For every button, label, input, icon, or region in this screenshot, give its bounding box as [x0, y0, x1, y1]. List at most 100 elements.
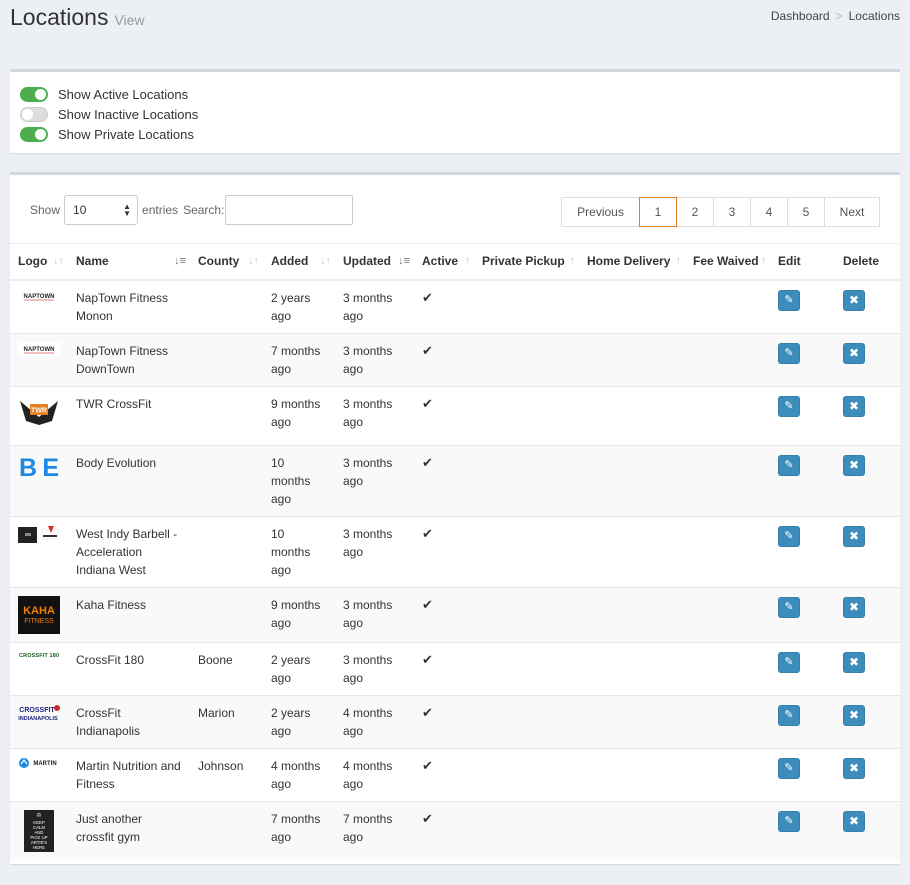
- sort-desc-icon: ↓≡: [398, 255, 410, 267]
- filter-inactive: Show Inactive Locations: [20, 104, 890, 124]
- column-updated[interactable]: Updated ↓≡: [335, 243, 414, 281]
- cell-fee-waived: [685, 444, 770, 516]
- edit-button[interactable]: ✎: [778, 596, 800, 618]
- cell-added: 10 months ago: [263, 444, 335, 516]
- cell-logo: [10, 515, 68, 587]
- location-updated: 7 months ago: [343, 811, 393, 844]
- cell-county: [190, 800, 263, 860]
- delete-button[interactable]: ✖: [843, 810, 865, 832]
- column-private-pickup[interactable]: Private Pickup ↑: [474, 243, 579, 281]
- pagination-page-1[interactable]: 1: [639, 197, 677, 227]
- edit-button[interactable]: ✎: [778, 454, 800, 476]
- cell-updated: 4 months ago: [335, 694, 414, 748]
- delete-button[interactable]: ✖: [843, 651, 865, 673]
- cell-county: [190, 279, 263, 333]
- cell-updated: 3 months ago: [335, 641, 414, 695]
- edit-button[interactable]: ✎: [778, 651, 800, 673]
- table-row: MARTIN Martin Nutrition and Fitness Johnso…: [10, 747, 900, 801]
- edit-button[interactable]: ✎: [778, 289, 800, 311]
- breadcrumb-separator: >: [835, 9, 843, 23]
- column-added[interactable]: Added ↓↑: [263, 243, 335, 281]
- pencil-icon: ✎: [784, 400, 794, 412]
- delete-button[interactable]: ✖: [843, 289, 865, 311]
- cell-edit: ✎: [770, 586, 835, 642]
- pagination-page-4[interactable]: 4: [750, 197, 788, 227]
- check-icon: ✔: [422, 596, 433, 612]
- times-icon: ✖: [848, 529, 860, 543]
- breadcrumb-dashboard[interactable]: Dashboard: [771, 9, 830, 23]
- cell-delete: ✖: [835, 641, 900, 695]
- edit-button[interactable]: ✎: [778, 342, 800, 364]
- times-icon: ✖: [848, 761, 860, 775]
- column-logo[interactable]: Logo ↓↑: [10, 243, 68, 281]
- edit-button[interactable]: ✎: [778, 757, 800, 779]
- delete-button[interactable]: ✖: [843, 525, 865, 547]
- cell-private-pickup: [474, 279, 579, 333]
- svg-text:FITNESS: FITNESS: [24, 618, 54, 625]
- location-name: West Indy Barbell - Acceleration Indiana…: [76, 526, 178, 577]
- toggle-inactive-locations[interactable]: [20, 106, 48, 122]
- cell-added: 9 months ago: [263, 385, 335, 445]
- cell-private-pickup: [474, 641, 579, 695]
- column-active[interactable]: Active ↑: [414, 243, 474, 281]
- cell-delete: ✖: [835, 332, 900, 386]
- column-name[interactable]: Name ↓≡: [68, 243, 190, 281]
- delete-button[interactable]: ✖: [843, 757, 865, 779]
- delete-button[interactable]: ✖: [843, 596, 865, 618]
- column-county[interactable]: County ↓↑: [190, 243, 263, 281]
- toggle-private-locations[interactable]: [20, 126, 48, 142]
- column-home-delivery[interactable]: Home Delivery ↑: [579, 243, 685, 281]
- svg-text:NAPTOWN: NAPTOWN: [24, 347, 55, 353]
- delete-button[interactable]: ✖: [843, 704, 865, 726]
- cell-logo: TWR: [10, 385, 68, 445]
- pagination-page-3[interactable]: 3: [713, 197, 751, 227]
- times-icon: ✖: [848, 814, 860, 828]
- cell-fee-waived: [685, 747, 770, 801]
- pagination-page-5[interactable]: 5: [787, 197, 825, 227]
- filter-private: Show Private Locations: [20, 124, 890, 144]
- cell-fee-waived: [685, 800, 770, 860]
- location-name: Body Evolution: [76, 455, 157, 470]
- table-row: BE Body Evolution 10 months ago 3 months ag…: [10, 444, 900, 516]
- edit-button[interactable]: ✎: [778, 525, 800, 547]
- cell-logo: ♔ KEEP CALM AND PICK UP ARTIE'S HERE: [10, 800, 68, 860]
- column-active-label: Active: [422, 254, 459, 269]
- edit-button[interactable]: ✎: [778, 395, 800, 417]
- svg-text:INDIANAPOLIS: INDIANAPOLIS: [18, 716, 58, 722]
- pagination-next[interactable]: Next: [824, 197, 880, 227]
- delete-button[interactable]: ✖: [843, 454, 865, 476]
- search-input[interactable]: [225, 195, 354, 225]
- pencil-icon: ✎: [784, 762, 794, 774]
- cell-added: 7 months ago: [263, 800, 335, 860]
- delete-button[interactable]: ✖: [843, 395, 865, 417]
- location-name: Just another crossfit gym: [76, 811, 143, 844]
- cell-logo: NAPTOWN: [10, 279, 68, 333]
- cell-active: ✔: [414, 332, 474, 386]
- toggle-active-locations[interactable]: [20, 86, 48, 102]
- cell-name: NapTown Fitness DownTown: [68, 332, 190, 386]
- column-home-delivery-label: Home Delivery: [587, 254, 671, 269]
- pagination-previous[interactable]: Previous: [561, 197, 640, 227]
- pencil-icon: ✎: [784, 459, 794, 471]
- cell-name: CrossFit 180: [68, 641, 190, 695]
- toggle-knob: [35, 128, 46, 140]
- cell-updated: 3 months ago: [335, 279, 414, 333]
- cell-county: [190, 586, 263, 642]
- column-edit: Edit: [770, 243, 835, 281]
- cell-edit: ✎: [770, 800, 835, 860]
- search-label: Search:: [183, 203, 225, 217]
- sort-icon: ↓↑: [248, 255, 259, 267]
- pagination-page-2[interactable]: 2: [676, 197, 714, 227]
- cell-edit: ✎: [770, 444, 835, 516]
- cell-logo: CROSSFIT 180: [10, 641, 68, 695]
- edit-button[interactable]: ✎: [778, 704, 800, 726]
- cell-delete: ✖: [835, 385, 900, 445]
- table-row: NAPTOWN NapTown Fitness Monon 2 years ago 3…: [10, 279, 900, 333]
- entries-select[interactable]: 10 ▲ ▼: [64, 195, 139, 225]
- column-fee-waived[interactable]: Fee Waived ↑: [685, 243, 770, 281]
- cell-home-delivery: [579, 586, 685, 642]
- delete-button[interactable]: ✖: [843, 342, 865, 364]
- svg-text:KAHA: KAHA: [23, 605, 55, 617]
- cell-logo: NAPTOWN: [10, 332, 68, 386]
- edit-button[interactable]: ✎: [778, 810, 800, 832]
